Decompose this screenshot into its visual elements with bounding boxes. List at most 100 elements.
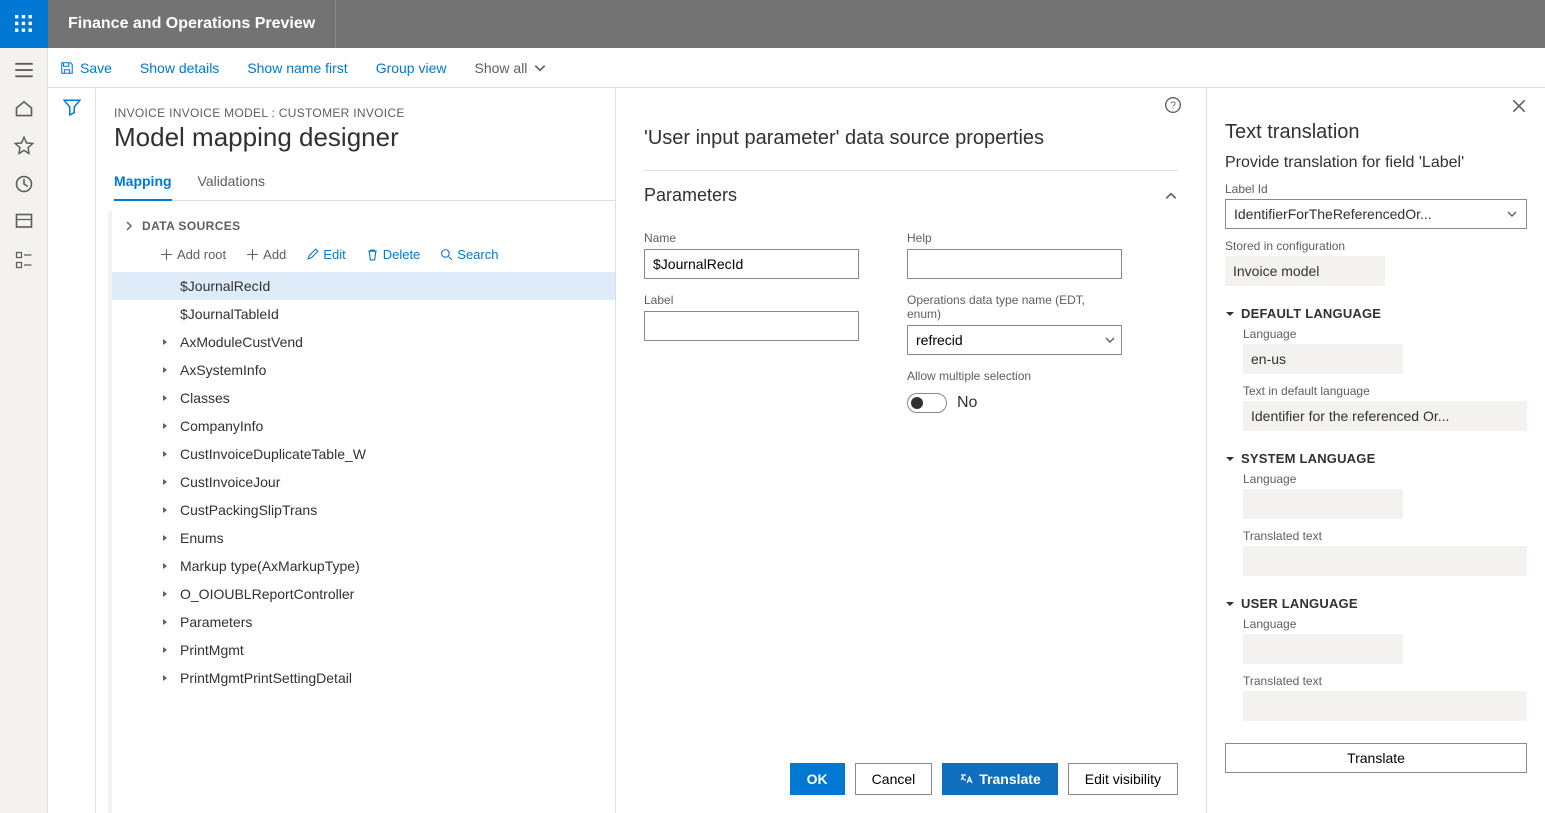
cancel-button[interactable]: Cancel <box>855 763 933 795</box>
save-label: Save <box>80 60 112 76</box>
expand-icon <box>160 422 170 430</box>
default-text-label: Text in default language <box>1243 384 1527 398</box>
parameters-section-header[interactable]: Parameters <box>644 170 1178 217</box>
translation-subtitle: Provide translation for field 'Label' <box>1225 154 1527 172</box>
data-source-item[interactable]: $JournalTableId <box>112 300 615 328</box>
data-source-item[interactable]: AxModuleCustVend <box>112 328 615 356</box>
user-text-value <box>1243 691 1527 721</box>
data-source-item[interactable]: CompanyInfo <box>112 412 615 440</box>
data-sources-toolbar: Add root Add Edit Delete Search <box>112 241 615 268</box>
data-sources-list: $JournalRecId $JournalTableIdAxModuleCust… <box>112 268 615 712</box>
help-label: Help <box>907 231 1122 245</box>
hamburger-icon[interactable] <box>14 60 34 80</box>
search-button[interactable]: Search <box>440 247 498 262</box>
expand-icon <box>160 366 170 374</box>
expand-icon <box>160 506 170 514</box>
show-all-button[interactable]: Show all <box>475 60 548 76</box>
data-source-label: PrintMgmtPrintSettingDetail <box>180 670 352 686</box>
delete-button[interactable]: Delete <box>366 247 421 262</box>
add-button[interactable]: Add <box>246 247 286 262</box>
edt-input[interactable] <box>907 325 1122 355</box>
data-source-item[interactable]: CustInvoiceJour <box>112 468 615 496</box>
data-source-item[interactable]: $JournalRecId <box>112 272 615 300</box>
data-source-item[interactable]: PrintMgmtPrintSettingDetail <box>112 664 615 692</box>
close-icon[interactable] <box>1511 98 1527 119</box>
tab-validations[interactable]: Validations <box>198 167 265 200</box>
data-source-label: $JournalRecId <box>180 278 270 294</box>
data-source-label: Classes <box>180 390 230 406</box>
show-details-button[interactable]: Show details <box>140 60 219 76</box>
data-source-label: CustInvoiceDuplicateTable_W <box>180 446 366 462</box>
user-lang-section[interactable]: USER LANGUAGE <box>1225 596 1527 611</box>
default-lang-section[interactable]: DEFAULT LANGUAGE <box>1225 306 1527 321</box>
data-source-label: CustPackingSlipTrans <box>180 502 317 518</box>
save-button[interactable]: Save <box>60 60 112 76</box>
waffle-icon <box>15 15 33 33</box>
expand-icon <box>160 534 170 542</box>
data-source-item[interactable]: CustInvoiceDuplicateTable_W <box>112 440 615 468</box>
expand-icon <box>160 590 170 598</box>
default-lang-value: en-us <box>1243 344 1403 374</box>
data-source-item[interactable]: Classes <box>112 384 615 412</box>
default-lang-label: Language <box>1243 327 1527 341</box>
label-input[interactable] <box>644 311 859 341</box>
data-source-label: Markup type(AxMarkupType) <box>180 558 360 574</box>
data-source-label: CustInvoiceJour <box>180 474 280 490</box>
data-source-item[interactable]: CustPackingSlipTrans <box>112 496 615 524</box>
help-input[interactable] <box>907 249 1122 279</box>
translate-icon <box>959 772 973 786</box>
expand-icon <box>160 478 170 486</box>
modules-icon[interactable] <box>14 250 34 270</box>
caret-down-icon <box>1225 454 1235 464</box>
app-title: Finance and Operations Preview <box>48 15 335 33</box>
svg-text:?: ? <box>1170 100 1176 111</box>
name-input[interactable] <box>644 249 859 279</box>
user-text-label: Translated text <box>1243 674 1527 688</box>
allow-multi-toggle[interactable] <box>907 393 947 413</box>
help-icon[interactable]: ? <box>1164 96 1182 119</box>
show-name-first-button[interactable]: Show name first <box>247 60 347 76</box>
ok-button[interactable]: OK <box>790 763 845 795</box>
data-source-label: AxSystemInfo <box>180 362 266 378</box>
expand-icon <box>160 674 170 682</box>
data-source-item[interactable]: Parameters <box>112 608 615 636</box>
system-lang-section[interactable]: SYSTEM LANGUAGE <box>1225 451 1527 466</box>
add-root-button[interactable]: Add root <box>160 247 226 262</box>
edt-label: Operations data type name (EDT, enum) <box>907 293 1122 321</box>
caret-down-icon <box>1225 309 1235 319</box>
expand-icon <box>160 562 170 570</box>
system-lang-value <box>1243 489 1403 519</box>
group-view-button[interactable]: Group view <box>376 60 447 76</box>
labelid-label: Label Id <box>1225 182 1527 196</box>
data-source-label: Parameters <box>180 614 252 630</box>
page-title: Model mapping designer <box>114 122 615 153</box>
expand-icon <box>160 338 170 346</box>
data-source-item[interactable]: Markup type(AxMarkupType) <box>112 552 615 580</box>
translation-title: Text translation <box>1225 121 1527 144</box>
translate-panel-button[interactable]: Translate <box>1225 743 1527 773</box>
data-source-item[interactable]: PrintMgmt <box>112 636 615 664</box>
labelid-select[interactable]: IdentifierForTheReferencedOr... <box>1225 199 1527 229</box>
data-source-item[interactable]: Enums <box>112 524 615 552</box>
edit-button[interactable]: Edit <box>306 247 345 262</box>
tab-mapping[interactable]: Mapping <box>114 167 172 201</box>
dialog-title: 'User input parameter' data source prope… <box>616 127 1206 170</box>
translation-panel: Text translation Provide translation for… <box>1207 88 1545 813</box>
data-source-item[interactable]: O_OIOUBLReportController <box>112 580 615 608</box>
star-icon[interactable] <box>14 136 34 156</box>
translate-button[interactable]: Translate <box>942 763 1057 795</box>
workspaces-icon[interactable] <box>14 212 34 232</box>
home-icon[interactable] <box>14 98 34 118</box>
edit-visibility-button[interactable]: Edit visibility <box>1068 763 1178 795</box>
data-source-item[interactable]: AxSystemInfo <box>112 356 615 384</box>
filter-icon[interactable] <box>63 98 81 813</box>
data-source-label: PrintMgmt <box>180 642 244 658</box>
system-text-value <box>1243 546 1527 576</box>
chevron-down-icon <box>1506 208 1518 220</box>
topbar-divider <box>335 0 336 48</box>
data-sources-header[interactable]: DATA SOURCES <box>112 211 615 241</box>
system-lang-label: Language <box>1243 472 1527 486</box>
storedin-value: Invoice model <box>1225 256 1385 286</box>
recent-icon[interactable] <box>14 174 34 194</box>
app-launcher-button[interactable] <box>0 0 48 48</box>
